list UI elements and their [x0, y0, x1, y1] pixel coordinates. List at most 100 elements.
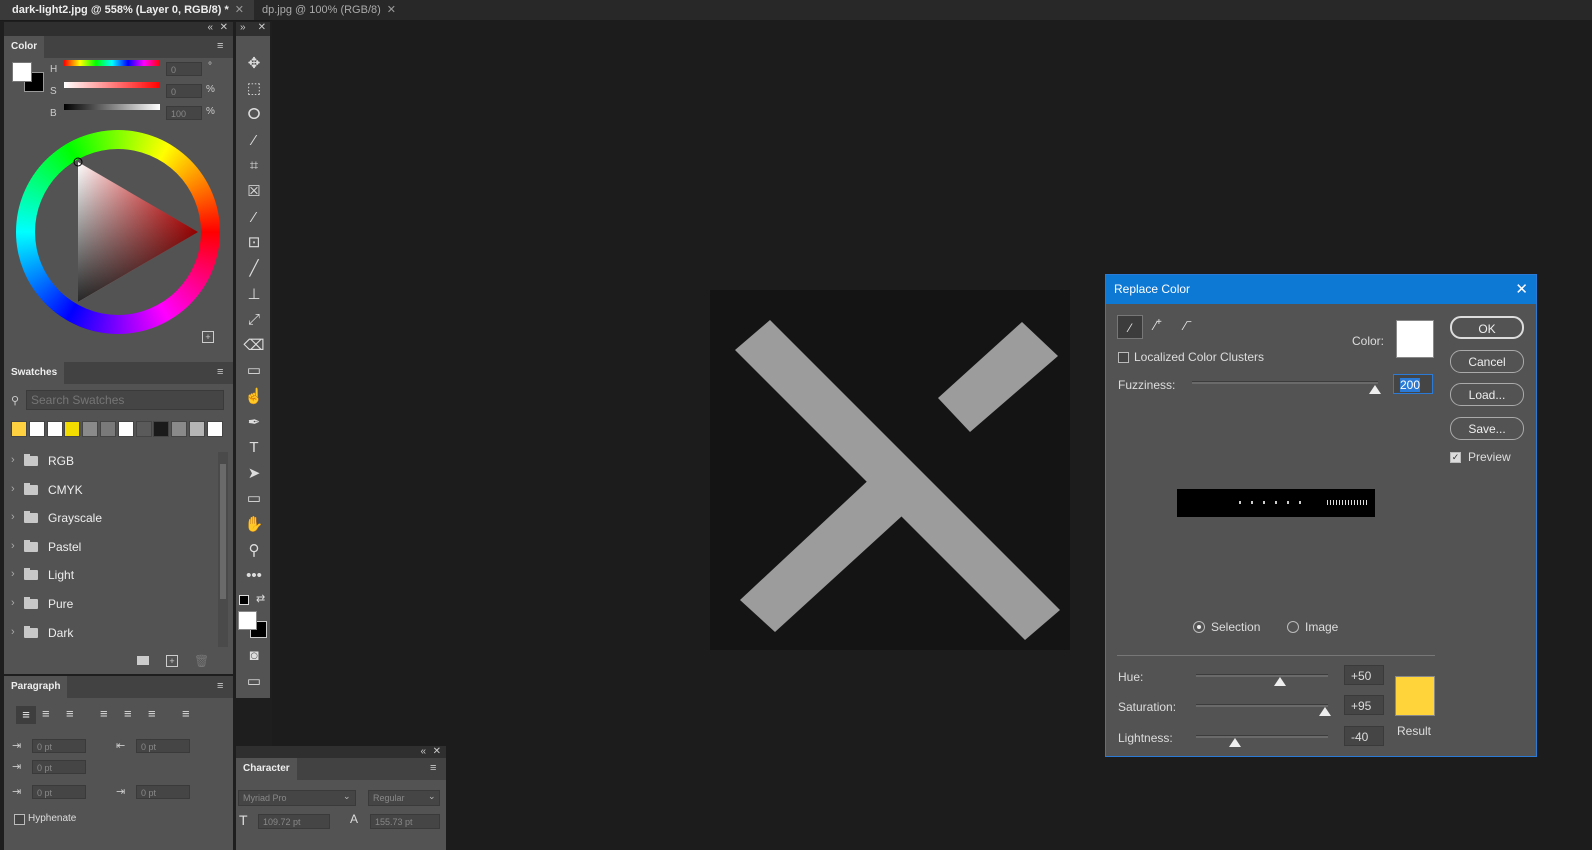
- close-icon[interactable]: ✕: [387, 4, 396, 16]
- swatch[interactable]: [11, 421, 27, 437]
- swatch[interactable]: [28, 421, 45, 437]
- brush-tool-icon[interactable]: ╱: [242, 258, 266, 280]
- swatch-group-pastel[interactable]: › Pastel: [4, 533, 216, 561]
- saturation-field[interactable]: 0: [166, 84, 202, 98]
- swatch[interactable]: [189, 421, 205, 437]
- image-radio[interactable]: [1287, 621, 1299, 633]
- space-after-field[interactable]: 0 pt: [136, 785, 190, 799]
- hue-field[interactable]: +50: [1344, 665, 1384, 685]
- chevron-down-icon[interactable]: ⌄: [428, 791, 436, 802]
- type-tool-icon[interactable]: T: [242, 437, 266, 459]
- swatch[interactable]: [153, 421, 170, 437]
- lightness-slider[interactable]: [1196, 735, 1328, 738]
- selected-color-swatch[interactable]: [1396, 320, 1434, 358]
- indent-first-line-field[interactable]: 0 pt: [32, 760, 86, 774]
- healing-brush-tool-icon[interactable]: ⊡: [242, 232, 266, 254]
- chevron-right-icon[interactable]: ›: [11, 454, 15, 466]
- tab-dp[interactable]: dp.jpg @ 100% (RGB/8) ✕: [250, 0, 406, 20]
- save-button[interactable]: Save...: [1450, 417, 1524, 440]
- close-icon[interactable]: ✕: [1515, 275, 1528, 304]
- fuzziness-slider[interactable]: [1192, 381, 1378, 384]
- zoom-tool-icon[interactable]: ⚲: [242, 540, 266, 562]
- indent-left-field[interactable]: 0 pt: [32, 739, 86, 753]
- swatch[interactable]: [171, 421, 188, 437]
- panel-menu-icon[interactable]: ≡: [217, 367, 227, 378]
- swatch-group-pure[interactable]: › Pure: [4, 590, 216, 618]
- more-tools-icon[interactable]: •••: [242, 565, 266, 587]
- tool-foreground-color[interactable]: [238, 611, 257, 630]
- swatch[interactable]: [117, 421, 134, 437]
- font-family-select[interactable]: Myriad Pro: [238, 790, 356, 806]
- lightness-field[interactable]: -40: [1344, 726, 1384, 746]
- font-size-field[interactable]: 109.72 pt: [258, 814, 330, 829]
- hue-field[interactable]: 0: [166, 62, 202, 76]
- pen-tool-icon[interactable]: ✒: [242, 412, 266, 434]
- search-swatches-input[interactable]: [26, 390, 224, 410]
- eyedropper-icon[interactable]: ⁄: [1117, 315, 1143, 339]
- result-color-swatch[interactable]: [1395, 676, 1435, 716]
- foreground-color-swatch[interactable]: [12, 62, 32, 82]
- frame-tool-icon[interactable]: ☒: [242, 181, 266, 203]
- selection-radio[interactable]: [1193, 621, 1205, 633]
- swatch[interactable]: [206, 421, 223, 437]
- justify-last-center-icon[interactable]: ≡: [124, 706, 132, 721]
- panel-menu-icon[interactable]: ≡: [217, 681, 227, 692]
- saturation-slider[interactable]: [1196, 704, 1328, 707]
- add-icon[interactable]: +: [202, 331, 214, 343]
- crop-tool-icon[interactable]: ⌗: [242, 155, 266, 177]
- swatch[interactable]: [100, 421, 116, 437]
- cancel-button[interactable]: Cancel: [1450, 350, 1524, 373]
- preview-checkbox[interactable]: ✓: [1450, 452, 1461, 463]
- color-triangle[interactable]: [35, 149, 201, 315]
- brightness-slider[interactable]: [64, 104, 160, 110]
- magic-wand-tool-icon[interactable]: ⁄: [242, 130, 266, 152]
- move-tool-icon[interactable]: ✥: [242, 53, 266, 75]
- swatch[interactable]: [82, 421, 99, 437]
- chevron-right-icon[interactable]: ›: [11, 483, 15, 495]
- close-icon[interactable]: ✕: [220, 22, 228, 33]
- eyedropper-minus-icon[interactable]: ⁄−: [1184, 317, 1192, 333]
- swatch-group-cmyk[interactable]: › CMYK: [4, 476, 216, 504]
- gradient-tool-icon[interactable]: ▭: [242, 360, 266, 382]
- swatch[interactable]: [46, 421, 63, 437]
- clone-stamp-tool-icon[interactable]: ⊥: [242, 284, 266, 306]
- delete-trash-icon[interactable]: 🗑: [194, 654, 209, 668]
- justify-all-icon[interactable]: ≡: [182, 706, 190, 721]
- hue-slider-thumb[interactable]: [1274, 677, 1286, 686]
- fuzziness-field[interactable]: 200: [1393, 374, 1433, 394]
- tab-dark-light2[interactable]: dark-light2.jpg @ 558% (Layer 0, RGB/8) …: [0, 0, 254, 20]
- leading-field[interactable]: 155.73 pt: [370, 814, 440, 829]
- collapse-icon[interactable]: «: [420, 746, 426, 757]
- lightness-slider-thumb[interactable]: [1229, 738, 1241, 747]
- brightness-field[interactable]: 100: [166, 106, 202, 120]
- panel-menu-icon[interactable]: ≡: [217, 41, 227, 52]
- hyphenate-checkbox[interactable]: [14, 814, 25, 825]
- default-colors-icon[interactable]: [239, 595, 249, 605]
- localized-color-clusters-checkbox[interactable]: [1118, 352, 1129, 363]
- swatch[interactable]: [135, 421, 152, 437]
- hue-slider[interactable]: [1196, 674, 1328, 677]
- collapse-icon[interactable]: «: [207, 22, 213, 33]
- rectangle-tool-icon[interactable]: ▭: [242, 488, 266, 510]
- chevron-right-icon[interactable]: ›: [11, 597, 15, 609]
- saturation-field[interactable]: +95: [1344, 695, 1384, 715]
- history-brush-tool-icon[interactable]: ⤢: [242, 309, 266, 331]
- ok-button[interactable]: OK: [1450, 316, 1524, 339]
- path-selection-tool-icon[interactable]: ➤: [242, 463, 266, 485]
- saturation-slider[interactable]: [64, 82, 160, 88]
- new-swatch-icon[interactable]: +: [166, 655, 178, 667]
- expand-icon[interactable]: »: [240, 22, 246, 33]
- close-icon[interactable]: ✕: [235, 4, 244, 16]
- justify-last-right-icon[interactable]: ≡: [148, 706, 156, 721]
- swatch-group-light[interactable]: › Light: [4, 561, 216, 589]
- hue-slider[interactable]: [64, 60, 160, 66]
- eyedropper-plus-icon[interactable]: ⁄+: [1154, 317, 1162, 333]
- align-center-icon[interactable]: ≡: [42, 706, 50, 721]
- swatches-scrollbar[interactable]: [218, 452, 228, 647]
- fuzziness-slider-thumb[interactable]: [1369, 385, 1381, 394]
- saturation-slider-thumb[interactable]: [1319, 707, 1331, 716]
- screen-mode-icon[interactable]: ▭: [242, 671, 266, 693]
- space-before-field[interactable]: 0 pt: [32, 785, 86, 799]
- swatch[interactable]: [64, 421, 81, 437]
- marquee-tool-icon[interactable]: ⬚: [242, 78, 266, 100]
